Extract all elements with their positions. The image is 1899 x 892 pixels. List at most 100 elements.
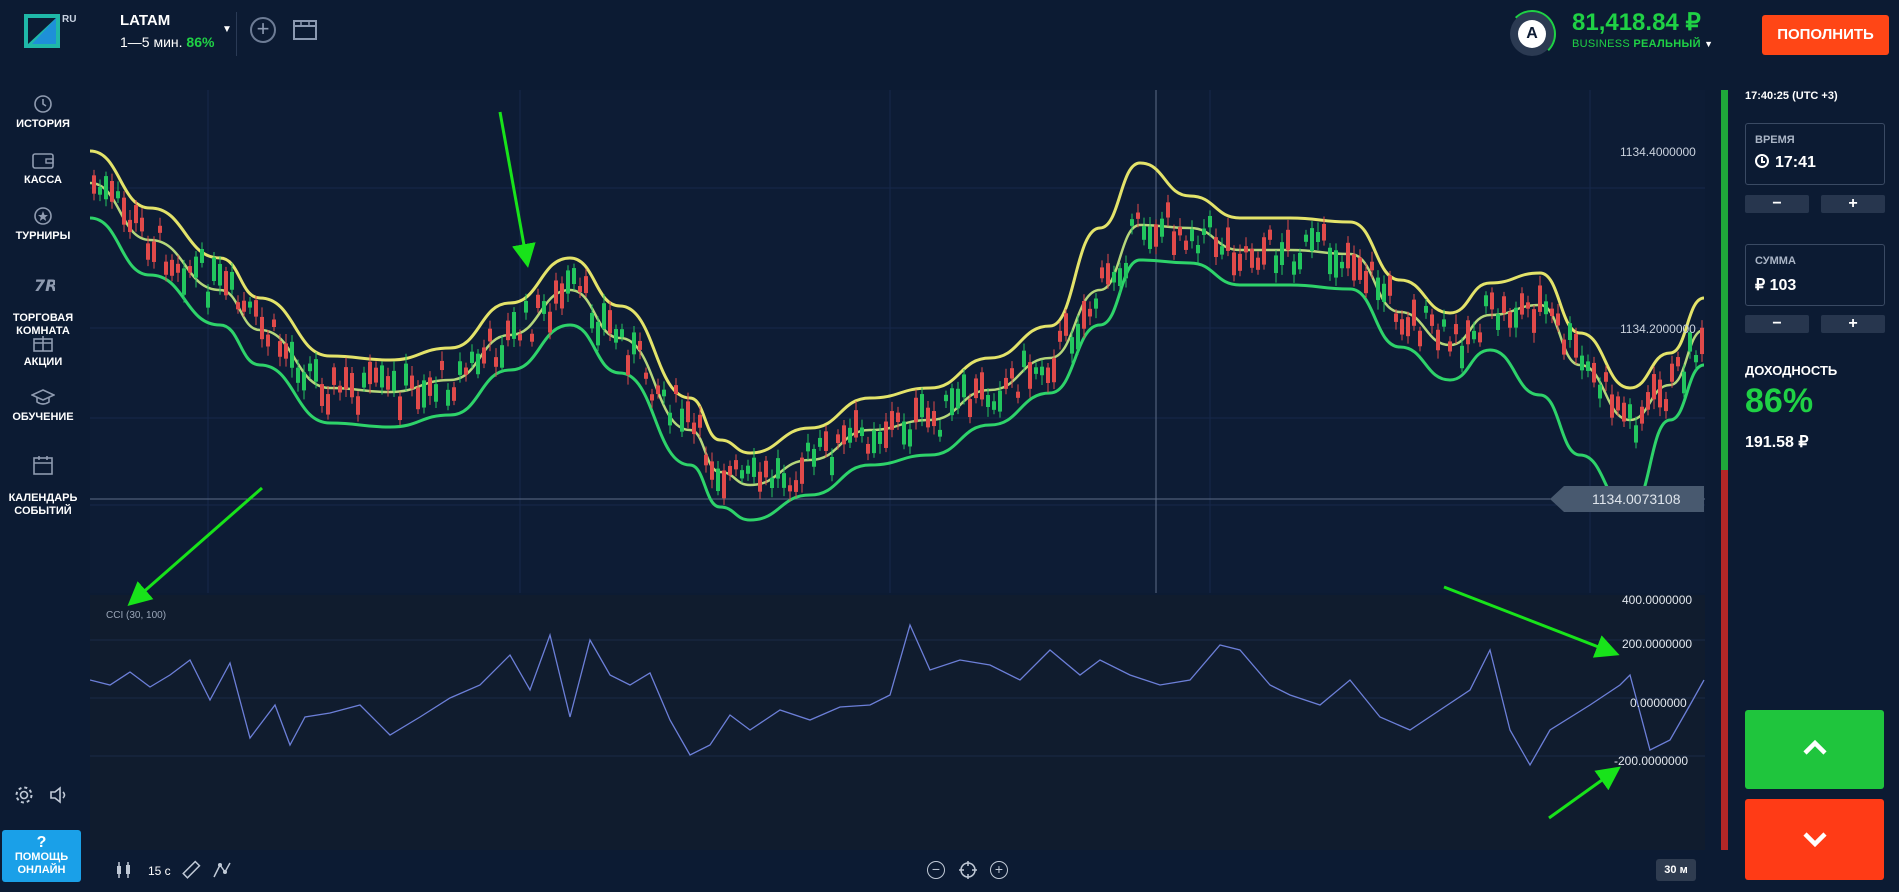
candle-body [1430,314,1434,326]
candle-body [116,191,120,199]
candle-body [998,390,1002,412]
candle-body [776,458,780,479]
candle-body [722,470,726,499]
asset-info: 1—5 мин. 86% [120,34,214,50]
candle-body [926,407,930,428]
price-chart-canvas[interactable] [89,90,1705,593]
sound-icon[interactable] [48,784,70,806]
avatar[interactable]: A [1508,10,1556,58]
candle-body [1586,361,1590,371]
candlestick-type-icon[interactable] [114,860,134,880]
candle-body [1172,231,1176,255]
time-increase-button[interactable]: + [1821,195,1885,213]
candle-body [1238,253,1242,271]
star-icon [34,207,52,225]
candle-body [1526,302,1530,309]
sidebar-item-tournaments[interactable]: ТУРНИРЫ [0,206,86,243]
candle-body [668,412,672,426]
cci-indicator-panel[interactable]: CCI (30, 100) 400.0000000 200.0000000 0.… [89,593,1705,850]
candle-body [422,380,426,408]
top-bar: RU LATAM 1—5 мин. 86% ▼ + A 81,418.84 ₽ … [0,0,1899,70]
candle-body [122,197,126,225]
trade-up-button[interactable] [1745,710,1884,789]
candle-body [1622,402,1626,422]
caret-down-icon: ▼ [1704,39,1714,49]
candle-body [800,457,804,484]
candle-body [320,384,324,406]
price-chart[interactable]: 1134.4000000 1134.2000000 1134.0073108 [89,90,1705,593]
amount-decrease-button[interactable]: − [1745,315,1809,333]
candle-body [980,372,984,400]
cci-line [89,623,1705,767]
candle-body [1424,305,1428,313]
candle-body [1562,339,1566,355]
candle-body [1166,202,1170,218]
gear-icon[interactable] [13,784,35,806]
timeframe-selector[interactable]: 15 с [148,864,171,878]
candle-body [1064,313,1068,336]
candle-body [440,360,444,371]
candle-body [878,431,882,444]
candle-body [1538,285,1542,312]
help-online-button[interactable]: ? ПОМОЩЬ ОНЛАЙН [2,830,81,882]
chart-period-button[interactable]: 30 м [1656,859,1696,881]
candle-body [734,460,738,470]
candle-body [494,357,498,367]
account-switcher[interactable]: BUSINESS РЕАЛЬНЫЙ ▼ [1572,38,1713,50]
candle-body [296,367,300,383]
gift-icon [33,336,53,352]
caret-down-icon[interactable]: ▼ [222,24,232,35]
trade-down-button[interactable] [1745,799,1884,880]
candle-body [1412,299,1416,326]
candle-body [944,394,948,402]
trading-room-icon: 7R [34,276,55,295]
candle-body [1364,270,1368,294]
logo-icon[interactable] [24,14,60,48]
zoom-reset-icon[interactable] [958,860,978,880]
candle-body [614,329,618,343]
candle-body [608,310,612,334]
price-axis-label: 1134.4000000 [1620,145,1696,159]
candle-body [1268,229,1272,240]
sidebar-item-cashier[interactable]: КАССА [0,150,86,187]
candle-body [818,437,822,447]
sidebar-item-calendar[interactable]: КАЛЕНДАРЬ СОБЫТИЙ [0,442,86,518]
candle-body [1640,406,1644,424]
sidebar-item-education[interactable]: ОБУЧЕНИЕ [0,387,86,424]
cci-canvas [89,623,1705,767]
asset-expiry: 1—5 мин. [120,34,183,50]
time-value-text: 17:41 [1775,154,1816,171]
expiry-time-field[interactable]: ВРЕМЯ 17:41 [1745,123,1885,185]
candle-body [362,372,366,388]
yield-percent: 86% [1745,382,1814,420]
candle-body [692,422,696,435]
candle-body [1670,363,1674,382]
amount-field[interactable]: СУММА ₽ 103 [1745,244,1885,306]
candle-body [1634,425,1638,443]
ruler-icon[interactable] [181,860,201,880]
sidebar-item-history[interactable]: ИСТОРИЯ [0,94,86,131]
time-decrease-button[interactable]: − [1745,195,1809,213]
chart-layout-icon[interactable] [293,20,317,40]
add-asset-button[interactable]: + [250,17,276,43]
asset-selector[interactable]: LATAM 1—5 мин. 86% [120,12,214,50]
candle-body [1604,372,1608,382]
account-balance[interactable]: 81,418.84 ₽ [1572,8,1701,37]
candle-body [386,376,390,390]
chart-area[interactable]: 1134.4000000 1134.2000000 1134.0073108 C… [89,90,1705,850]
amount-value[interactable]: ₽ 103 [1755,275,1796,295]
drawing-tools-icon[interactable] [212,860,232,880]
amount-increase-button[interactable]: + [1821,315,1885,333]
candle-body [512,312,516,339]
zoom-in-button[interactable]: + [990,861,1008,879]
sidebar-item-trading-room[interactable]: 7R ТОРГОВАЯ КОМНАТА [0,262,86,338]
yield-amount: 191.58 ₽ [1745,434,1809,451]
sidebar-item-promotions[interactable]: АКЦИИ [0,332,86,369]
zoom-out-button[interactable]: − [927,861,945,879]
candle-body [968,399,972,418]
candle-body [1520,293,1524,315]
candle-body [740,470,744,479]
sidebar-item-label: ТУРНИРЫ [15,230,71,242]
graduation-cap-icon [31,389,55,405]
candle-body [884,421,888,448]
